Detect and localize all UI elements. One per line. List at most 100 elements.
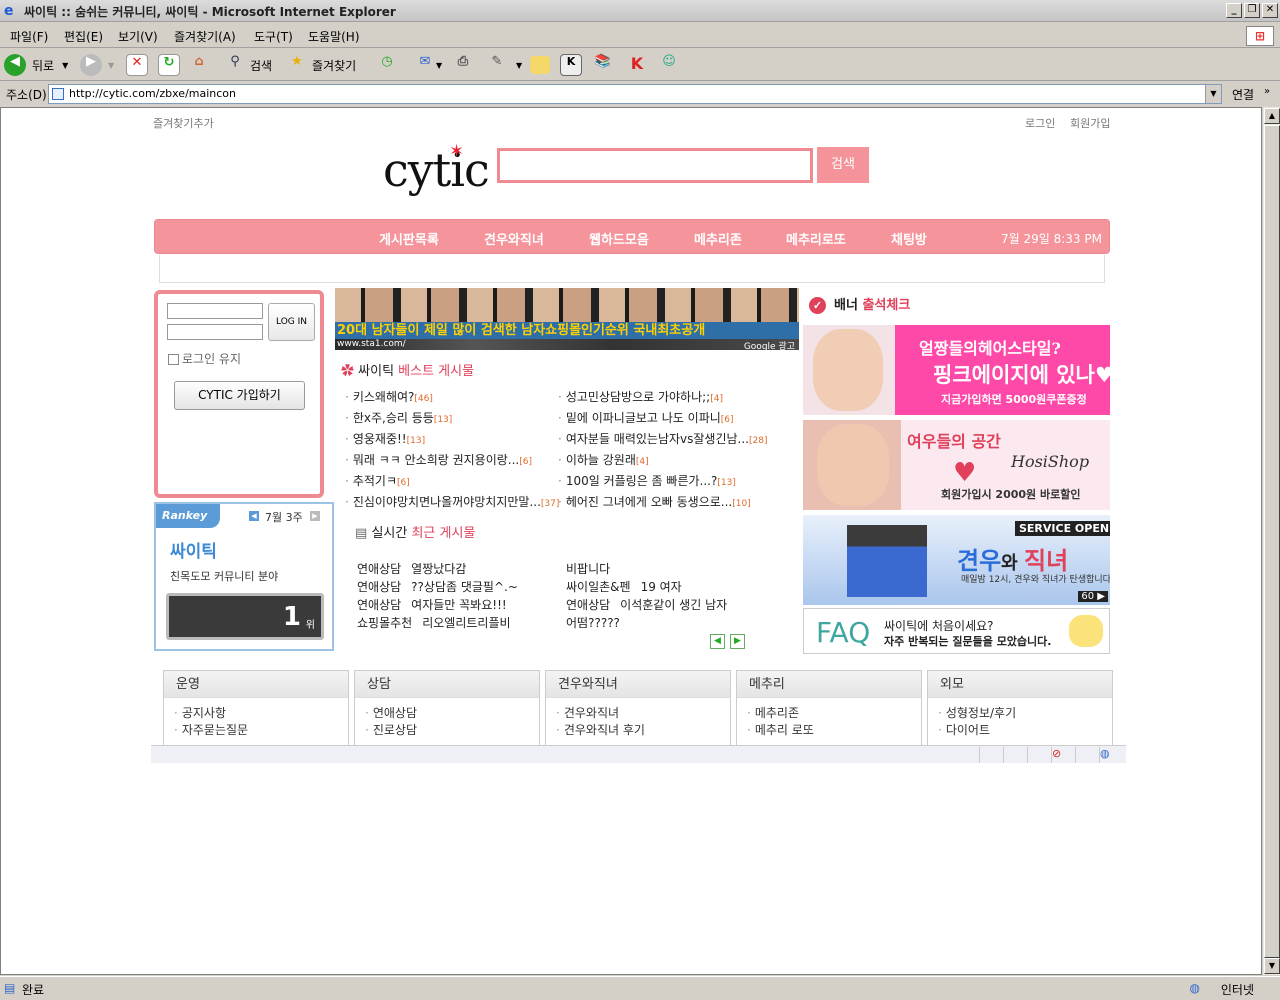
best-post-item[interactable]: · 밑에 이파니글보고 나도 이파니[6] xyxy=(558,409,734,426)
best-post-item[interactable]: · 추적기ㅋ[6] xyxy=(345,472,410,489)
category-link[interactable]: · 자주묻는질문 xyxy=(174,721,248,738)
best-post-item[interactable]: · 성고민상담방으로 가야하나;;[4] xyxy=(558,388,723,405)
google-ad-banner[interactable]: 20대 남자들이 제일 많이 검색한 남자쇼핑몰인기순위 국내최초공개 www.… xyxy=(335,288,799,350)
best-post-item[interactable]: · 여자분들 매력있는남자vs잘생긴남...[28] xyxy=(558,430,768,447)
recent-post-title: 19 여자 xyxy=(640,580,682,594)
history-button[interactable]: ◷ xyxy=(376,53,398,77)
recent-post-item[interactable]: 연애상담 여자들만 꼭봐요!!! xyxy=(357,596,507,613)
messenger-button[interactable]: K xyxy=(626,53,648,77)
minimize-button[interactable]: _ xyxy=(1226,3,1242,18)
category-link[interactable]: · 공지사항 xyxy=(174,704,226,721)
k-button[interactable]: K xyxy=(560,53,582,77)
scroll-down-icon[interactable]: ▼ xyxy=(1264,958,1280,974)
print-button[interactable]: ⎙ xyxy=(452,53,474,77)
site-logo[interactable]: cytic ✶ xyxy=(383,141,490,197)
menu-file[interactable]: 파일(F) xyxy=(10,28,48,45)
keep-login-checkbox[interactable]: 로그인 유지 xyxy=(168,350,241,367)
category-link[interactable]: · 견우와직녀 후기 xyxy=(556,721,645,738)
menu-edit[interactable]: 편집(E) xyxy=(64,28,103,45)
nav-mechuri-zone[interactable]: 메추리존 xyxy=(694,229,742,248)
best-post-item[interactable]: · 헤어진 그녀에게 오빠 동생으로...[10] xyxy=(558,493,751,510)
login-link[interactable]: 로그인 xyxy=(1025,115,1055,131)
category-link[interactable]: · 메추리 로또 xyxy=(747,721,814,738)
forward-button[interactable]: ▶ ▼ xyxy=(80,53,114,77)
banner-attendance-title[interactable]: ✓ 배너 출석체크 xyxy=(809,294,910,314)
home-button[interactable]: ⌂ xyxy=(188,53,210,77)
mail-button[interactable]: ✉ ▼ xyxy=(414,53,443,77)
nav-gyeonwoo[interactable]: 견우와직녀 xyxy=(484,229,544,248)
recent-post-category: 연애상담 xyxy=(357,562,402,576)
favorites-button[interactable]: ★ 즐겨찾기 xyxy=(286,53,356,77)
restore-button[interactable]: ❐ xyxy=(1244,3,1260,18)
chevron-right-icon[interactable]: » xyxy=(1264,86,1270,97)
password-input[interactable] xyxy=(167,324,263,340)
best-post-item[interactable]: · 뭐래 ㅋㅋ 안소희랑 권지용이랑...[6] xyxy=(345,451,532,468)
category-link[interactable]: · 성형정보/후기 xyxy=(938,704,1016,721)
best-post-item[interactable]: · 이하늘 강원래[4] xyxy=(558,451,649,468)
menu-view[interactable]: 보기(V) xyxy=(118,28,158,45)
nav-chat[interactable]: 채팅방 xyxy=(891,229,927,248)
category-link[interactable]: · 메추리존 xyxy=(747,704,799,721)
category-link[interactable]: · 다이어트 xyxy=(938,721,990,738)
next-page-button[interactable]: ▶ xyxy=(730,634,745,649)
best-post-item[interactable]: · 키스왜해여?[46] xyxy=(345,388,433,405)
recent-post-item[interactable]: 쇼핑몰추천 리오엘리트리플비 xyxy=(357,614,511,631)
stop-button[interactable]: ✕ xyxy=(126,53,148,77)
scroll-thumb[interactable] xyxy=(1264,125,1280,958)
research-button[interactable]: 📚 xyxy=(592,53,614,77)
category-link-label: 진로상담 xyxy=(372,723,417,737)
back-button[interactable]: ◀ 뒤로 ▼ xyxy=(4,53,68,77)
category-header[interactable]: 메추리 xyxy=(737,670,921,698)
pinkage-ad[interactable]: 얼짱들의헤어스타일? 핑크에이지에 있나♥ 지금가입하면 5000원쿠폰증정 xyxy=(803,325,1110,415)
recent-post-item[interactable]: 비팝니다 xyxy=(566,560,610,577)
category-link[interactable]: · 연애상담 xyxy=(365,704,417,721)
nav-webhard[interactable]: 웹하드모음 xyxy=(589,229,649,248)
user-id-input[interactable] xyxy=(167,303,263,319)
site-search-button[interactable]: 검색 xyxy=(817,147,869,183)
prev-week-icon[interactable]: ◀ xyxy=(249,511,259,521)
category-header[interactable]: 운영 xyxy=(164,670,348,698)
category-header[interactable]: 외모 xyxy=(928,670,1112,698)
recent-post-item[interactable]: 싸이일촌&펜 19 여자 xyxy=(566,578,682,595)
contacts-button[interactable]: ☺ xyxy=(658,53,680,77)
address-dropdown-icon[interactable]: ▼ xyxy=(1205,85,1221,103)
menu-tools[interactable]: 도구(T) xyxy=(254,28,293,45)
best-post-item[interactable]: · 영웅재중!![13] xyxy=(345,430,425,447)
close-button[interactable]: ✕ xyxy=(1262,3,1278,18)
hosishop-ad[interactable]: 여우들의 공간 ♥ HosiShop 회원가입시 2000원 바로할인 xyxy=(803,420,1110,510)
next-week-icon[interactable]: ▶ xyxy=(310,511,320,521)
vertical-scrollbar[interactable]: ▲ ▼ xyxy=(1262,107,1280,975)
scroll-up-icon[interactable]: ▲ xyxy=(1264,108,1280,124)
gyeonwoo-ad[interactable]: SERVICE OPEN 견우와 직녀 매일밤 12시, 견우와 직녀가 탄생합… xyxy=(803,515,1110,605)
recent-post-item[interactable]: 연애상담 열짱났다감 xyxy=(357,560,466,577)
recent-post-item[interactable]: 연애상담 ??상담좀 댓글필^.~ xyxy=(357,578,518,595)
faq-banner[interactable]: FAQ 싸이틱에 처음이세요? 자주 반복되는 질문들을 모았습니다. xyxy=(803,608,1110,654)
category-header[interactable]: 견우와직녀 xyxy=(546,670,730,698)
menu-help[interactable]: 도움말(H) xyxy=(308,28,360,45)
best-post-item[interactable]: · 100일 커플링은 좀 빠른가...?[13] xyxy=(558,472,736,489)
nav-mechuri-lotto[interactable]: 메추리로또 xyxy=(786,229,846,248)
recent-post-item[interactable]: 어떰????? xyxy=(566,614,620,631)
prev-page-button[interactable]: ◀ xyxy=(710,634,725,649)
status-cell xyxy=(1003,747,1025,763)
refresh-button[interactable]: ↻ xyxy=(158,53,180,77)
go-button[interactable]: 연결 xyxy=(1232,86,1254,103)
category-link[interactable]: · 진로상담 xyxy=(365,721,417,738)
signup-link[interactable]: 회원가입 xyxy=(1070,115,1110,131)
site-search-input[interactable] xyxy=(497,148,813,183)
best-post-item[interactable]: · 한x주,승리 등등[13] xyxy=(345,409,452,426)
note-button[interactable] xyxy=(530,53,550,77)
join-button[interactable]: CYTIC 가입하기 xyxy=(174,381,305,410)
category-header[interactable]: 상담 xyxy=(355,670,539,698)
category-link[interactable]: · 견우와직녀 xyxy=(556,704,619,721)
menu-favorites[interactable]: 즐겨찾기(A) xyxy=(174,28,236,45)
add-favorites-link[interactable]: 즐겨찾기추가 xyxy=(153,115,214,131)
recent-post-item[interactable]: 연애상담 이석훈같이 생긴 남자 xyxy=(566,596,727,613)
edit-button[interactable]: ✎ ▼ xyxy=(486,53,523,77)
nav-board-list[interactable]: 게시판목록 xyxy=(379,229,439,248)
login-button[interactable]: LOG IN xyxy=(268,303,315,341)
recent-title-a: 실시간 xyxy=(371,526,412,541)
search-button[interactable]: ⚲ 검색 xyxy=(224,53,272,77)
best-post-item[interactable]: · 진심이야망치면나올꺼야망치지만말...[37] xyxy=(345,493,559,510)
address-input[interactable]: http://cytic.com/zbxe/maincon ▼ xyxy=(48,84,1222,104)
